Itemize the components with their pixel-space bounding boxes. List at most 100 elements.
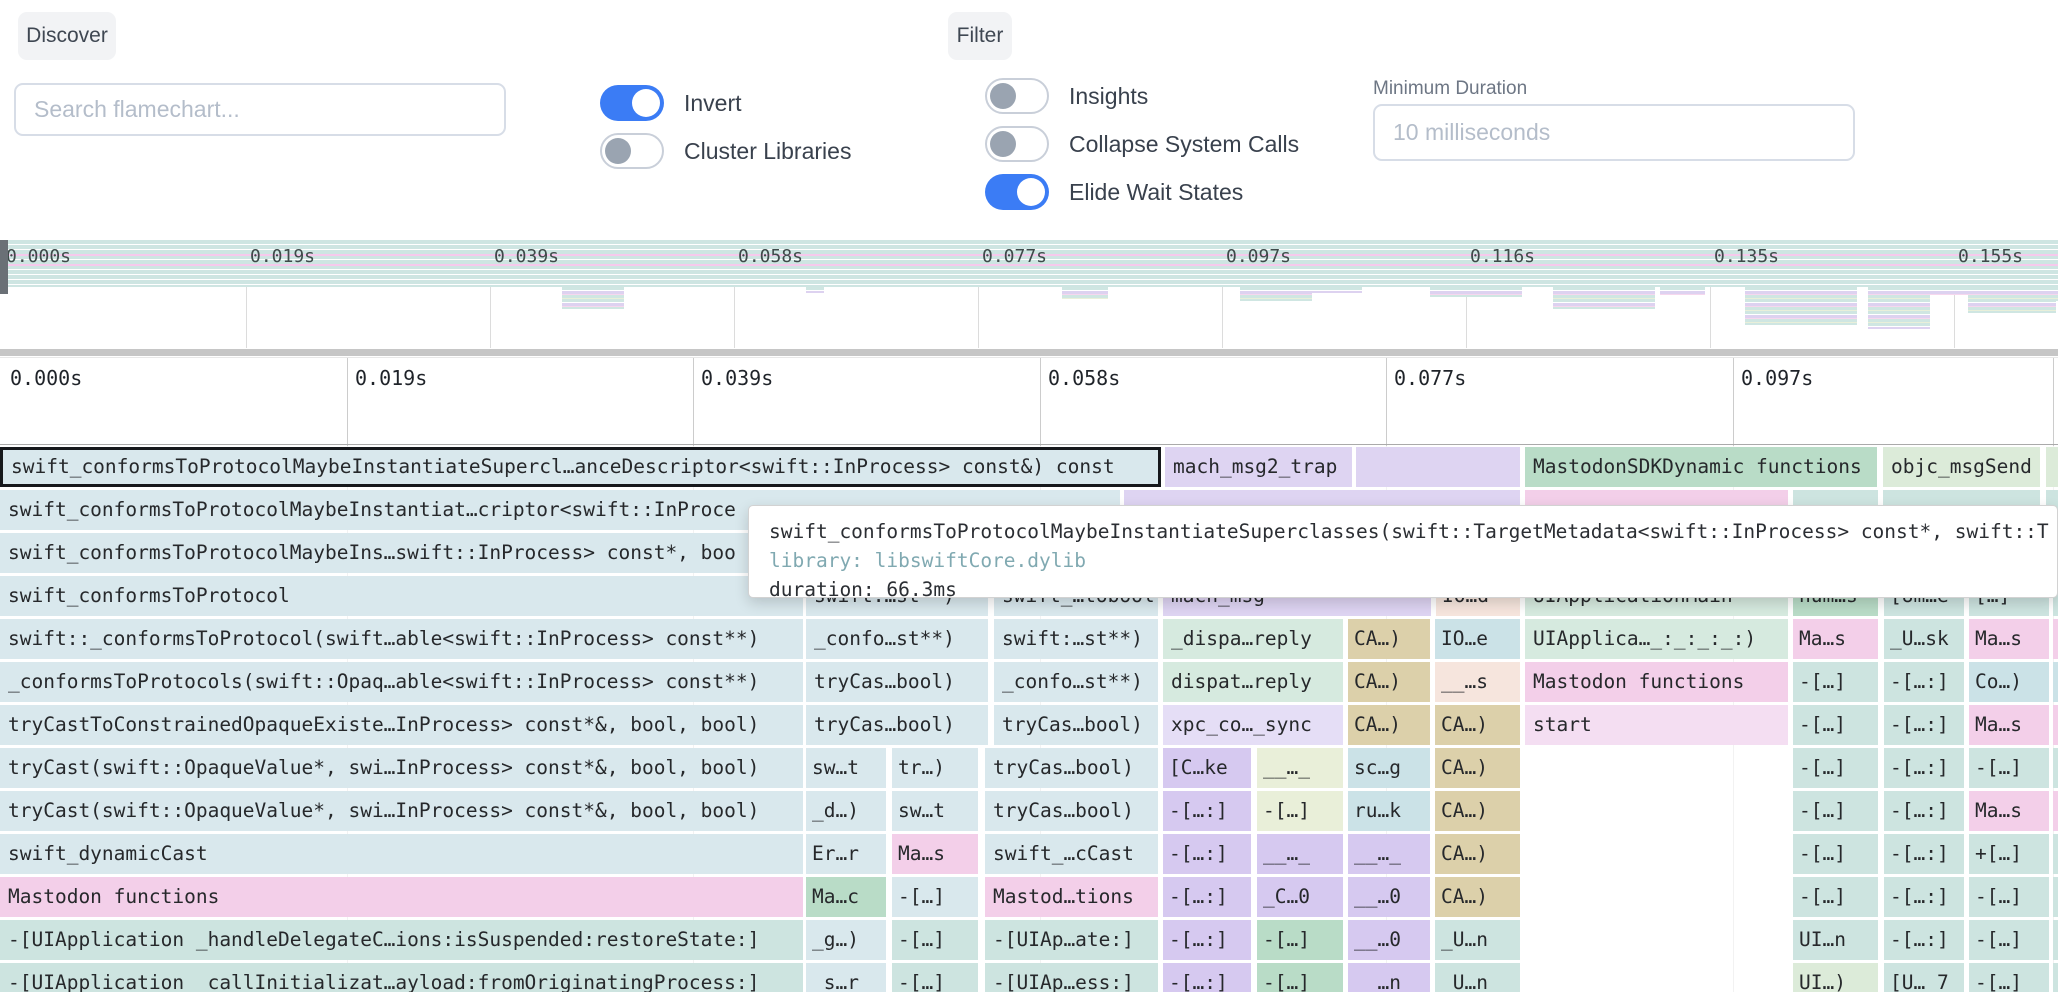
flame-block[interactable]: Ma…s — [1969, 705, 2049, 745]
flame-block[interactable]: -[…] — [1969, 963, 2049, 992]
collapse-system-calls-toggle[interactable] — [985, 126, 1049, 162]
flame-block[interactable] — [2053, 662, 2058, 702]
flame-block[interactable]: Er…r — [806, 834, 886, 874]
flame-block[interactable]: -[…] — [1793, 662, 1878, 702]
flame-block[interactable]: _U…n — [1435, 920, 1520, 960]
cluster-libraries-toggle[interactable] — [600, 133, 664, 169]
flame-block[interactable]: -[…:] — [1163, 877, 1251, 917]
flame-block[interactable]: swift_conformsToProtocolMaybeInstantiate… — [0, 447, 1161, 487]
flame-block[interactable]: Mastod…tions — [985, 877, 1158, 917]
flame-block[interactable]: Co…) — [1969, 662, 2049, 702]
flame-block[interactable]: -[…:] — [1884, 834, 1964, 874]
flame-block[interactable]: -[…:] — [1884, 748, 1964, 788]
flame-block[interactable]: -[…:] — [1163, 791, 1251, 831]
flame-block[interactable]: CA…) — [1348, 662, 1430, 702]
flame-block[interactable]: IO…e — [1435, 619, 1520, 659]
flame-block[interactable]: __…0 — [1348, 877, 1430, 917]
flame-block[interactable]: CA…) — [1435, 834, 1520, 874]
flame-block[interactable]: __…s — [1435, 662, 1520, 702]
flame-block[interactable] — [2053, 877, 2058, 917]
flame-block[interactable]: __…_ — [1257, 748, 1343, 788]
flame-block[interactable]: Ma…s — [1969, 791, 2049, 831]
flame-block[interactable]: objc_msgSend — [1883, 447, 2040, 487]
flame-block[interactable]: -[…] — [892, 963, 978, 992]
flame-block[interactable]: -[…:] — [1884, 662, 1964, 702]
flame-block[interactable]: _d…) — [806, 791, 886, 831]
flame-block[interactable]: tryCas…bool) — [985, 748, 1158, 788]
flame-block[interactable]: -[…] — [1793, 705, 1878, 745]
minimum-duration-input[interactable] — [1373, 104, 1855, 161]
flame-block[interactable]: tryCas…bool) — [985, 791, 1158, 831]
flame-block[interactable]: sw…t — [806, 748, 886, 788]
flame-block[interactable]: -[UIApplication _callInitializat…ayload:… — [0, 963, 803, 992]
search-input[interactable] — [14, 83, 506, 136]
flame-block[interactable]: -[…:] — [1884, 791, 1964, 831]
flame-block[interactable]: _dispa…reply — [1163, 619, 1343, 659]
flame-block[interactable]: CA…) — [1348, 705, 1430, 745]
flame-block[interactable]: -[UIAp…ess:] — [985, 963, 1158, 992]
flame-block[interactable]: UI…) — [1793, 963, 1878, 992]
flame-block[interactable]: _confo…st**) — [806, 619, 988, 659]
flame-block[interactable]: _s…r — [806, 963, 886, 992]
flame-block[interactable]: tryCast(swift::OpaqueValue*, swi…InProce… — [0, 748, 803, 788]
flame-block[interactable]: Ma…s — [1969, 619, 2049, 659]
minimap-scrollbar[interactable] — [0, 349, 2058, 356]
flame-block[interactable] — [1356, 447, 1520, 487]
flame-block[interactable]: +[…] — [1969, 834, 2049, 874]
flame-block[interactable]: -[…:] — [1163, 920, 1251, 960]
flame-block[interactable]: -[…] — [892, 920, 978, 960]
flame-block[interactable]: -[…] — [1257, 920, 1343, 960]
flame-block[interactable]: -[…] — [1257, 791, 1343, 831]
flame-block[interactable] — [2053, 791, 2058, 831]
flame-block[interactable]: start — [1525, 705, 1788, 745]
flame-block[interactable] — [2053, 963, 2058, 992]
time-ruler[interactable]: 0.000s0.019s0.039s0.058s0.077s0.097s0. — [0, 357, 2058, 447]
flame-block[interactable]: -[UIAp…ate:] — [985, 920, 1158, 960]
flame-block[interactable]: _confo…st**) — [994, 662, 1158, 702]
flame-block[interactable]: CA…) — [1435, 748, 1520, 788]
flame-block[interactable]: Ma…c — [806, 877, 886, 917]
flame-block[interactable]: CA…) — [1435, 877, 1520, 917]
flame-block[interactable]: xpc_co…_sync — [1163, 705, 1343, 745]
flame-block[interactable]: -[…] — [1793, 748, 1878, 788]
invert-toggle[interactable] — [600, 85, 664, 121]
minimap-viewport-handle[interactable] — [0, 240, 8, 294]
flame-block[interactable]: swift:…st**) — [994, 619, 1158, 659]
flame-block[interactable]: -[…] — [1793, 834, 1878, 874]
flame-block[interactable]: sc…g — [1348, 748, 1430, 788]
flame-block[interactable]: tryCas…bool) — [806, 662, 988, 702]
flame-block[interactable]: tryCastToConstrainedOpaqueExiste…InProce… — [0, 705, 803, 745]
minimap[interactable]: 0.000s0.019s0.039s0.058s0.077s0.097s0.11… — [0, 240, 2058, 356]
flame-block[interactable]: CA…) — [1435, 791, 1520, 831]
flame-block[interactable]: Ma…s — [892, 834, 978, 874]
flame-block[interactable]: _C…0 — [1257, 877, 1343, 917]
flame-block[interactable]: -[…] — [1257, 963, 1343, 992]
flame-block[interactable]: __…_ — [1257, 834, 1343, 874]
flame-block[interactable]: tr…) — [892, 748, 978, 788]
discover-button[interactable]: Discover — [18, 12, 116, 60]
flame-block[interactable]: -[…:] — [1163, 963, 1251, 992]
flame-block[interactable]: -[UIApplication _handleDelegateC…ions:is… — [0, 920, 803, 960]
flame-block[interactable]: swift_dynamicCast — [0, 834, 803, 874]
flame-block[interactable] — [2053, 705, 2058, 745]
flame-block[interactable]: -[…:] — [1884, 920, 1964, 960]
flame-block[interactable]: ru…k — [1348, 791, 1430, 831]
flame-block[interactable]: _U…sk — [1884, 619, 1964, 659]
flame-block[interactable]: swift_…cCast — [985, 834, 1158, 874]
flame-block[interactable]: [U…_7 — [1884, 963, 1964, 992]
flame-block[interactable]: swift::_conformsToProtocol(swift…able<sw… — [0, 619, 803, 659]
flame-block[interactable]: mach_msg2_trap — [1165, 447, 1352, 487]
flame-block[interactable]: -[…:] — [1884, 705, 1964, 745]
flame-block[interactable]: -[…:] — [1163, 834, 1251, 874]
flame-block[interactable]: sw…t — [892, 791, 978, 831]
flame-block[interactable]: -[…:] — [1884, 877, 1964, 917]
flame-block[interactable]: UI…n — [1793, 920, 1878, 960]
flame-block[interactable]: _U…n — [1435, 963, 1520, 992]
flame-block[interactable]: -[…] — [1793, 877, 1878, 917]
insights-toggle[interactable] — [985, 78, 1049, 114]
flame-block[interactable]: CA…) — [1348, 619, 1430, 659]
flame-block[interactable]: -[…] — [1793, 791, 1878, 831]
flame-block[interactable]: UIApplica…_:_:_:_:) — [1525, 619, 1788, 659]
flame-block[interactable]: MastodonSDKDynamic functions — [1525, 447, 1877, 487]
elide-wait-states-toggle[interactable] — [985, 174, 1049, 210]
